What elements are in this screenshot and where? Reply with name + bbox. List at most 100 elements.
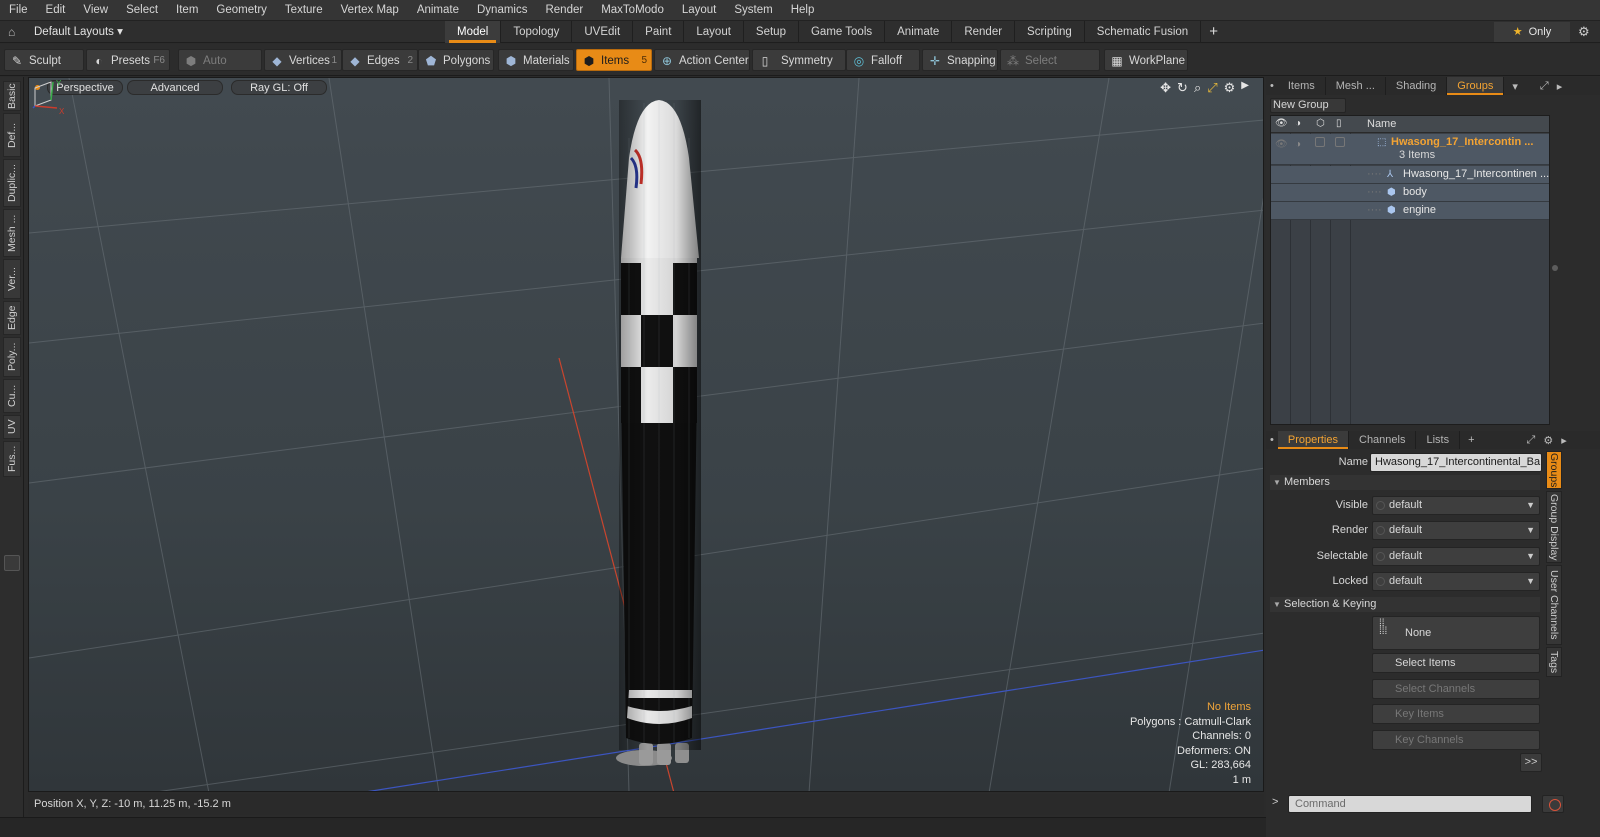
chevron-down-icon[interactable]: ▾ xyxy=(1512,80,1518,93)
play-icon[interactable]: ▸ xyxy=(1557,80,1563,93)
row-visible-icon[interactable]: 👁 xyxy=(1275,136,1288,153)
row-render-icon[interactable]: ◑ xyxy=(1295,136,1301,153)
snapping-button[interactable]: ✛ Snapping xyxy=(922,49,998,71)
falloff-button[interactable]: ◎ Falloff xyxy=(846,49,920,71)
menu-view[interactable]: View xyxy=(74,0,117,21)
menu-item[interactable]: Item xyxy=(167,0,207,21)
gear-icon[interactable]: ⚙ xyxy=(1578,24,1590,40)
select-through-button[interactable]: ⁂Select Through xyxy=(1000,49,1100,89)
workplane-button[interactable]: ▦ WorkPlane xyxy=(1104,49,1188,71)
menu-layout[interactable]: Layout xyxy=(673,0,726,21)
only-toggle[interactable]: ★ Only xyxy=(1494,22,1570,42)
viewport-settings-icon[interactable]: ⚙ xyxy=(1224,80,1236,96)
left-tab-edge[interactable]: Edge xyxy=(3,301,21,335)
items-button[interactable]: ⬢ Items 5 xyxy=(576,49,652,71)
symmetry-button[interactable]: ▯ Symmetry xyxy=(752,49,846,71)
expand-icon[interactable]: ⤢ xyxy=(1540,80,1549,93)
menu-system[interactable]: System xyxy=(725,0,781,21)
prop-tab-lists[interactable]: Lists xyxy=(1416,431,1461,449)
side-tab-group-display[interactable]: Group Display xyxy=(1546,491,1562,563)
left-tab-ver[interactable]: Ver... xyxy=(3,259,21,299)
zoom-icon[interactable]: ⌕ xyxy=(1194,80,1201,96)
prop-tab-channels[interactable]: Channels xyxy=(1349,431,1417,449)
visible-dropdown[interactable]: default ▼ xyxy=(1372,496,1540,515)
menu-render[interactable]: Render xyxy=(536,0,592,21)
3d-viewport[interactable]: Perspective Advanced Ray GL: Off ✥ ↻ ⌕ ⤢… xyxy=(28,77,1264,792)
left-tab-uv[interactable]: UV xyxy=(3,415,21,439)
rotate-icon[interactable]: ↻ xyxy=(1177,80,1188,96)
group-child-row[interactable]: ···· ⬢ body xyxy=(1271,184,1549,201)
group-row[interactable]: 👁 ◑ ⬚ Hwasong_17_Intercontin ... 3 Items xyxy=(1271,134,1549,164)
tab-schematic-fusion[interactable]: Schematic Fusion xyxy=(1085,21,1202,43)
raygl-button[interactable]: Ray GL: Off xyxy=(231,80,327,95)
panel-tab-shading[interactable]: Shading xyxy=(1386,77,1448,95)
name-field[interactable]: Hwasong_17_Intercontinental_Ba xyxy=(1370,453,1542,472)
panel-menu-dot[interactable]: • xyxy=(1270,80,1274,92)
tab-render[interactable]: Render xyxy=(952,21,1016,43)
add-tab-icon[interactable]: + xyxy=(1468,434,1474,446)
menu-select[interactable]: Select xyxy=(117,0,167,21)
side-tab-groups[interactable]: Groups xyxy=(1546,451,1562,489)
viewport-expand-icon[interactable]: ▶ xyxy=(1241,80,1249,96)
side-tab-user-channels[interactable]: User Channels xyxy=(1546,565,1562,645)
gear-icon[interactable]: ⚙ xyxy=(1543,434,1553,447)
expand-icon[interactable]: ⤢ xyxy=(1527,434,1536,447)
tab-paint[interactable]: Paint xyxy=(633,21,685,43)
selection-keying-section[interactable]: Selection & Keying xyxy=(1270,597,1540,612)
left-tab-duplic[interactable]: Duplic... xyxy=(3,159,21,207)
advanced-button[interactable]: Advanced xyxy=(127,80,223,95)
panel-tab-items[interactable]: Items xyxy=(1278,77,1326,95)
menu-maxtomodo[interactable]: MaxToModo xyxy=(592,0,673,21)
strip-toggle-button[interactable] xyxy=(4,555,20,571)
panel-tab-mesh[interactable]: Mesh ... xyxy=(1326,77,1386,95)
left-tab-def[interactable]: Def... xyxy=(3,113,21,157)
tab-uvedit[interactable]: UVEdit xyxy=(572,21,634,43)
group-child-row[interactable]: ···· ⅄ Hwasong_17_Intercontinen ... xyxy=(1271,166,1549,183)
selectable-dropdown[interactable]: default ▼ xyxy=(1372,547,1540,566)
menu-geometry[interactable]: Geometry xyxy=(207,0,276,21)
sculpt-button[interactable]: ✎ Sculpt xyxy=(4,49,84,71)
vertices-button[interactable]: ◆ Vertices 1 xyxy=(264,49,342,71)
tab-game-tools[interactable]: Game Tools xyxy=(799,21,886,43)
layout-selector[interactable]: Default Layouts ▾ xyxy=(34,23,123,41)
play-icon[interactable]: ▸ xyxy=(1561,434,1567,447)
tab-animate[interactable]: Animate xyxy=(885,21,953,43)
more-button[interactable]: >> xyxy=(1520,753,1542,772)
panel-tab-groups[interactable]: Groups xyxy=(1447,77,1505,95)
menu-texture[interactable]: Texture xyxy=(276,0,332,21)
row-locked-toggle[interactable] xyxy=(1335,137,1345,147)
menu-file[interactable]: File xyxy=(0,0,37,21)
menu-vertex-map[interactable]: Vertex Map xyxy=(332,0,408,21)
rocket-model[interactable] xyxy=(616,100,701,766)
auto-select-button[interactable]: ⬢Auto Select xyxy=(178,49,262,89)
record-macro-button[interactable] xyxy=(1542,795,1564,813)
tab-topology[interactable]: Topology xyxy=(501,21,573,43)
tab-model[interactable]: Model xyxy=(445,21,502,43)
menu-edit[interactable]: Edit xyxy=(37,0,75,21)
materials-button[interactable]: ⬢ Materials xyxy=(498,49,574,71)
presets-button[interactable]: ◐ Presets F6 xyxy=(86,49,170,71)
left-tab-poly[interactable]: Poly... xyxy=(3,337,21,377)
none-button[interactable]: ⁞⁞ ⁞⁞⁞ None xyxy=(1372,616,1540,650)
key-channels-button[interactable]: Key Channels xyxy=(1372,730,1540,750)
prop-tab-properties[interactable]: Properties xyxy=(1277,431,1349,449)
render-dropdown[interactable]: default ▼ xyxy=(1372,521,1540,540)
left-tab-cu[interactable]: Cu... xyxy=(3,379,21,413)
tab-scripting[interactable]: Scripting xyxy=(1015,21,1085,43)
fit-icon[interactable]: ⤢ xyxy=(1207,80,1217,96)
command-input[interactable]: Command xyxy=(1288,795,1532,813)
new-group-button[interactable]: New Group xyxy=(1270,98,1346,113)
panel-menu-dot[interactable]: • xyxy=(1270,434,1274,446)
side-tab-tags[interactable]: Tags xyxy=(1546,647,1562,677)
locked-dropdown[interactable]: default ▼ xyxy=(1372,572,1540,591)
members-section[interactable]: Members xyxy=(1270,475,1540,490)
tab-layout[interactable]: Layout xyxy=(684,21,744,43)
tab-setup[interactable]: Setup xyxy=(744,21,799,43)
menu-animate[interactable]: Animate xyxy=(408,0,468,21)
pan-icon[interactable]: ✥ xyxy=(1160,80,1171,96)
add-tab-button[interactable]: + xyxy=(1201,21,1226,43)
layout-home-icon[interactable]: ⌂ xyxy=(8,25,22,39)
edges-button[interactable]: ◆ Edges 2 xyxy=(342,49,418,71)
key-items-button[interactable]: Key Items xyxy=(1372,704,1540,724)
group-child-row[interactable]: ···· ⬢ engine xyxy=(1271,202,1549,219)
